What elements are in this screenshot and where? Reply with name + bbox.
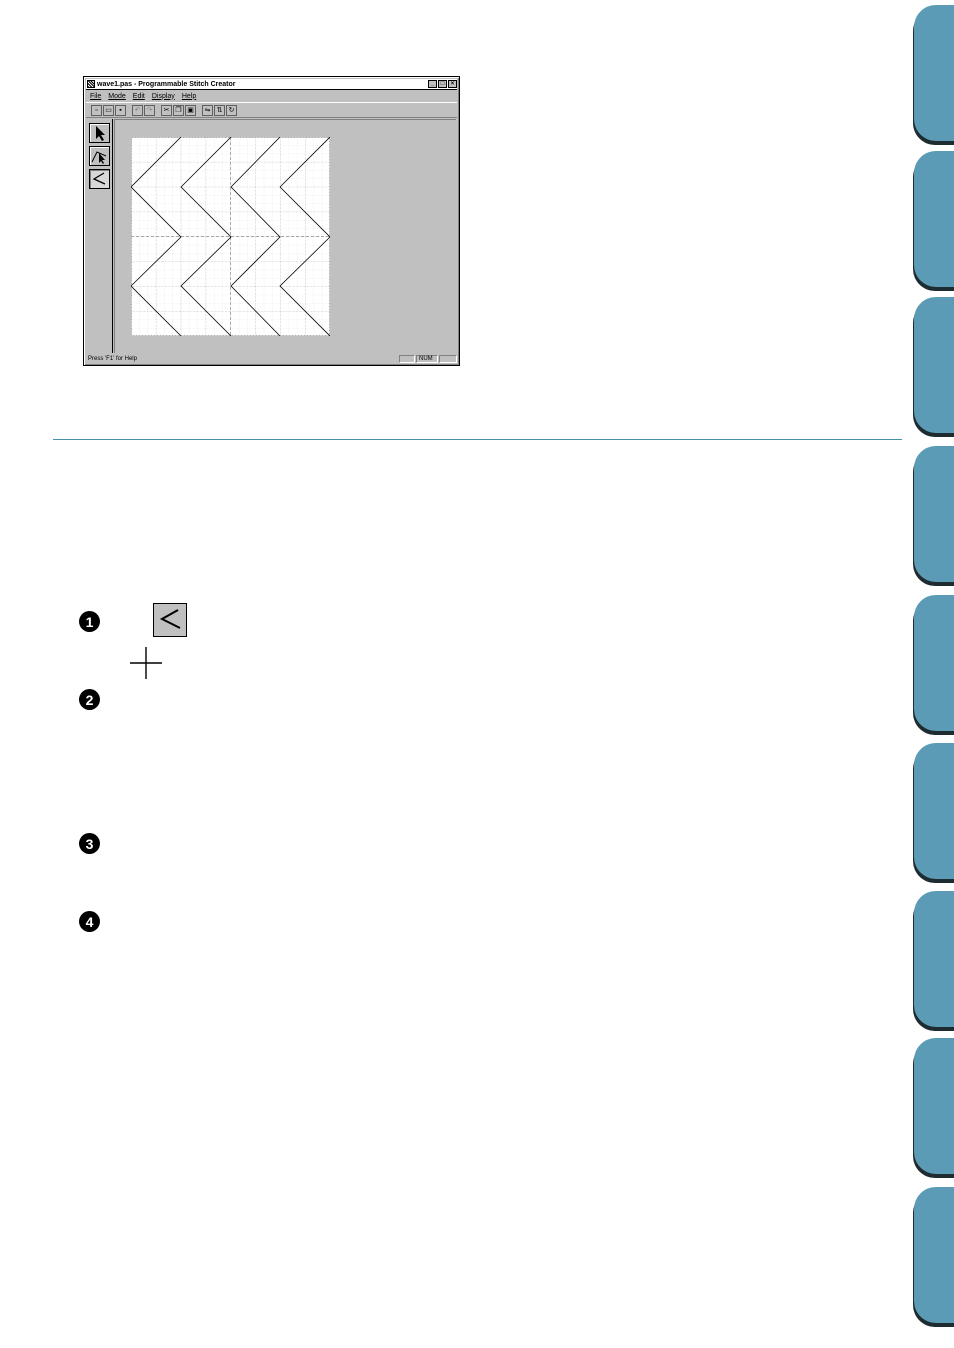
rotate-icon[interactable]: ↻ [226, 104, 237, 116]
step-1-marker: 1 [79, 611, 100, 632]
undo-icon[interactable]: ↶ [132, 104, 143, 116]
arrow-pointer-icon [96, 126, 105, 141]
chapter-tab-1[interactable] [914, 5, 954, 141]
copy-icon[interactable]: ❐ [173, 104, 184, 116]
zigzag-stitch-icon [159, 609, 181, 629]
status-bar: Press 'F1' for Help NUM [86, 354, 457, 364]
crosshair-cursor-icon [130, 647, 162, 679]
mode-toolbar [86, 119, 113, 353]
maximize-button[interactable]: □ [438, 80, 447, 88]
stitch-grid[interactable] [131, 137, 330, 336]
minimize-button[interactable]: _ [428, 80, 437, 88]
status-help-text: Press 'F1' for Help [88, 356, 137, 362]
toolbar: ▫ ▭ ▪ ↶ ↷ ✂ ❐ ▣ ⇋ ⇅ ↻ [86, 102, 457, 118]
chapter-tab-7[interactable] [914, 891, 954, 1027]
select-tool-button[interactable] [89, 123, 110, 143]
menu-display[interactable]: Display [152, 93, 175, 100]
app-icon [87, 80, 95, 88]
step-2-marker: 2 [79, 689, 100, 710]
flip-horizontal-icon[interactable]: ⇋ [202, 104, 213, 116]
stitch-draw-button-illustration [153, 603, 187, 637]
chapter-tab-8[interactable] [914, 1038, 954, 1174]
stitch-draw-tool-button[interactable] [89, 169, 110, 189]
point-edit-tool-button[interactable] [89, 146, 110, 166]
new-file-icon[interactable]: ▫ [91, 104, 102, 116]
paste-icon[interactable]: ▣ [185, 104, 196, 116]
chapter-tab-2[interactable] [914, 151, 954, 287]
window-title: wave1.pas - Programmable Stitch Creator [97, 80, 236, 88]
chapter-tab-9[interactable] [914, 1187, 954, 1323]
flip-vertical-icon[interactable]: ⇅ [214, 104, 225, 116]
open-folder-icon[interactable]: ▭ [103, 104, 114, 116]
title-bar: wave1.pas - Programmable Stitch Creator … [86, 79, 457, 90]
step-3-marker: 3 [79, 833, 100, 854]
chapter-tab-6[interactable] [914, 743, 954, 879]
status-cell-empty-2 [439, 355, 457, 363]
point-edit-icon [91, 151, 107, 164]
menu-help[interactable]: Help [182, 93, 196, 100]
save-icon[interactable]: ▪ [115, 104, 126, 116]
menu-file[interactable]: File [90, 93, 101, 100]
chapter-tab-3[interactable] [914, 297, 954, 433]
status-num: NUM [416, 355, 438, 363]
chapter-tab-5[interactable] [914, 595, 954, 731]
design-canvas[interactable] [114, 119, 456, 353]
cut-icon[interactable]: ✂ [161, 104, 172, 116]
chapter-tab-4[interactable] [914, 446, 954, 582]
status-cell-empty [399, 355, 415, 363]
step-4-marker: 4 [79, 911, 100, 932]
redo-icon[interactable]: ↷ [144, 104, 155, 116]
close-button[interactable]: × [448, 80, 457, 88]
menu-bar: File Mode Edit Display Help [86, 91, 457, 101]
zigzag-stitch-icon [92, 172, 106, 185]
app-window-screenshot: wave1.pas - Programmable Stitch Creator … [83, 76, 460, 366]
menu-edit[interactable]: Edit [133, 93, 145, 100]
section-divider [53, 439, 902, 440]
menu-mode[interactable]: Mode [108, 93, 126, 100]
